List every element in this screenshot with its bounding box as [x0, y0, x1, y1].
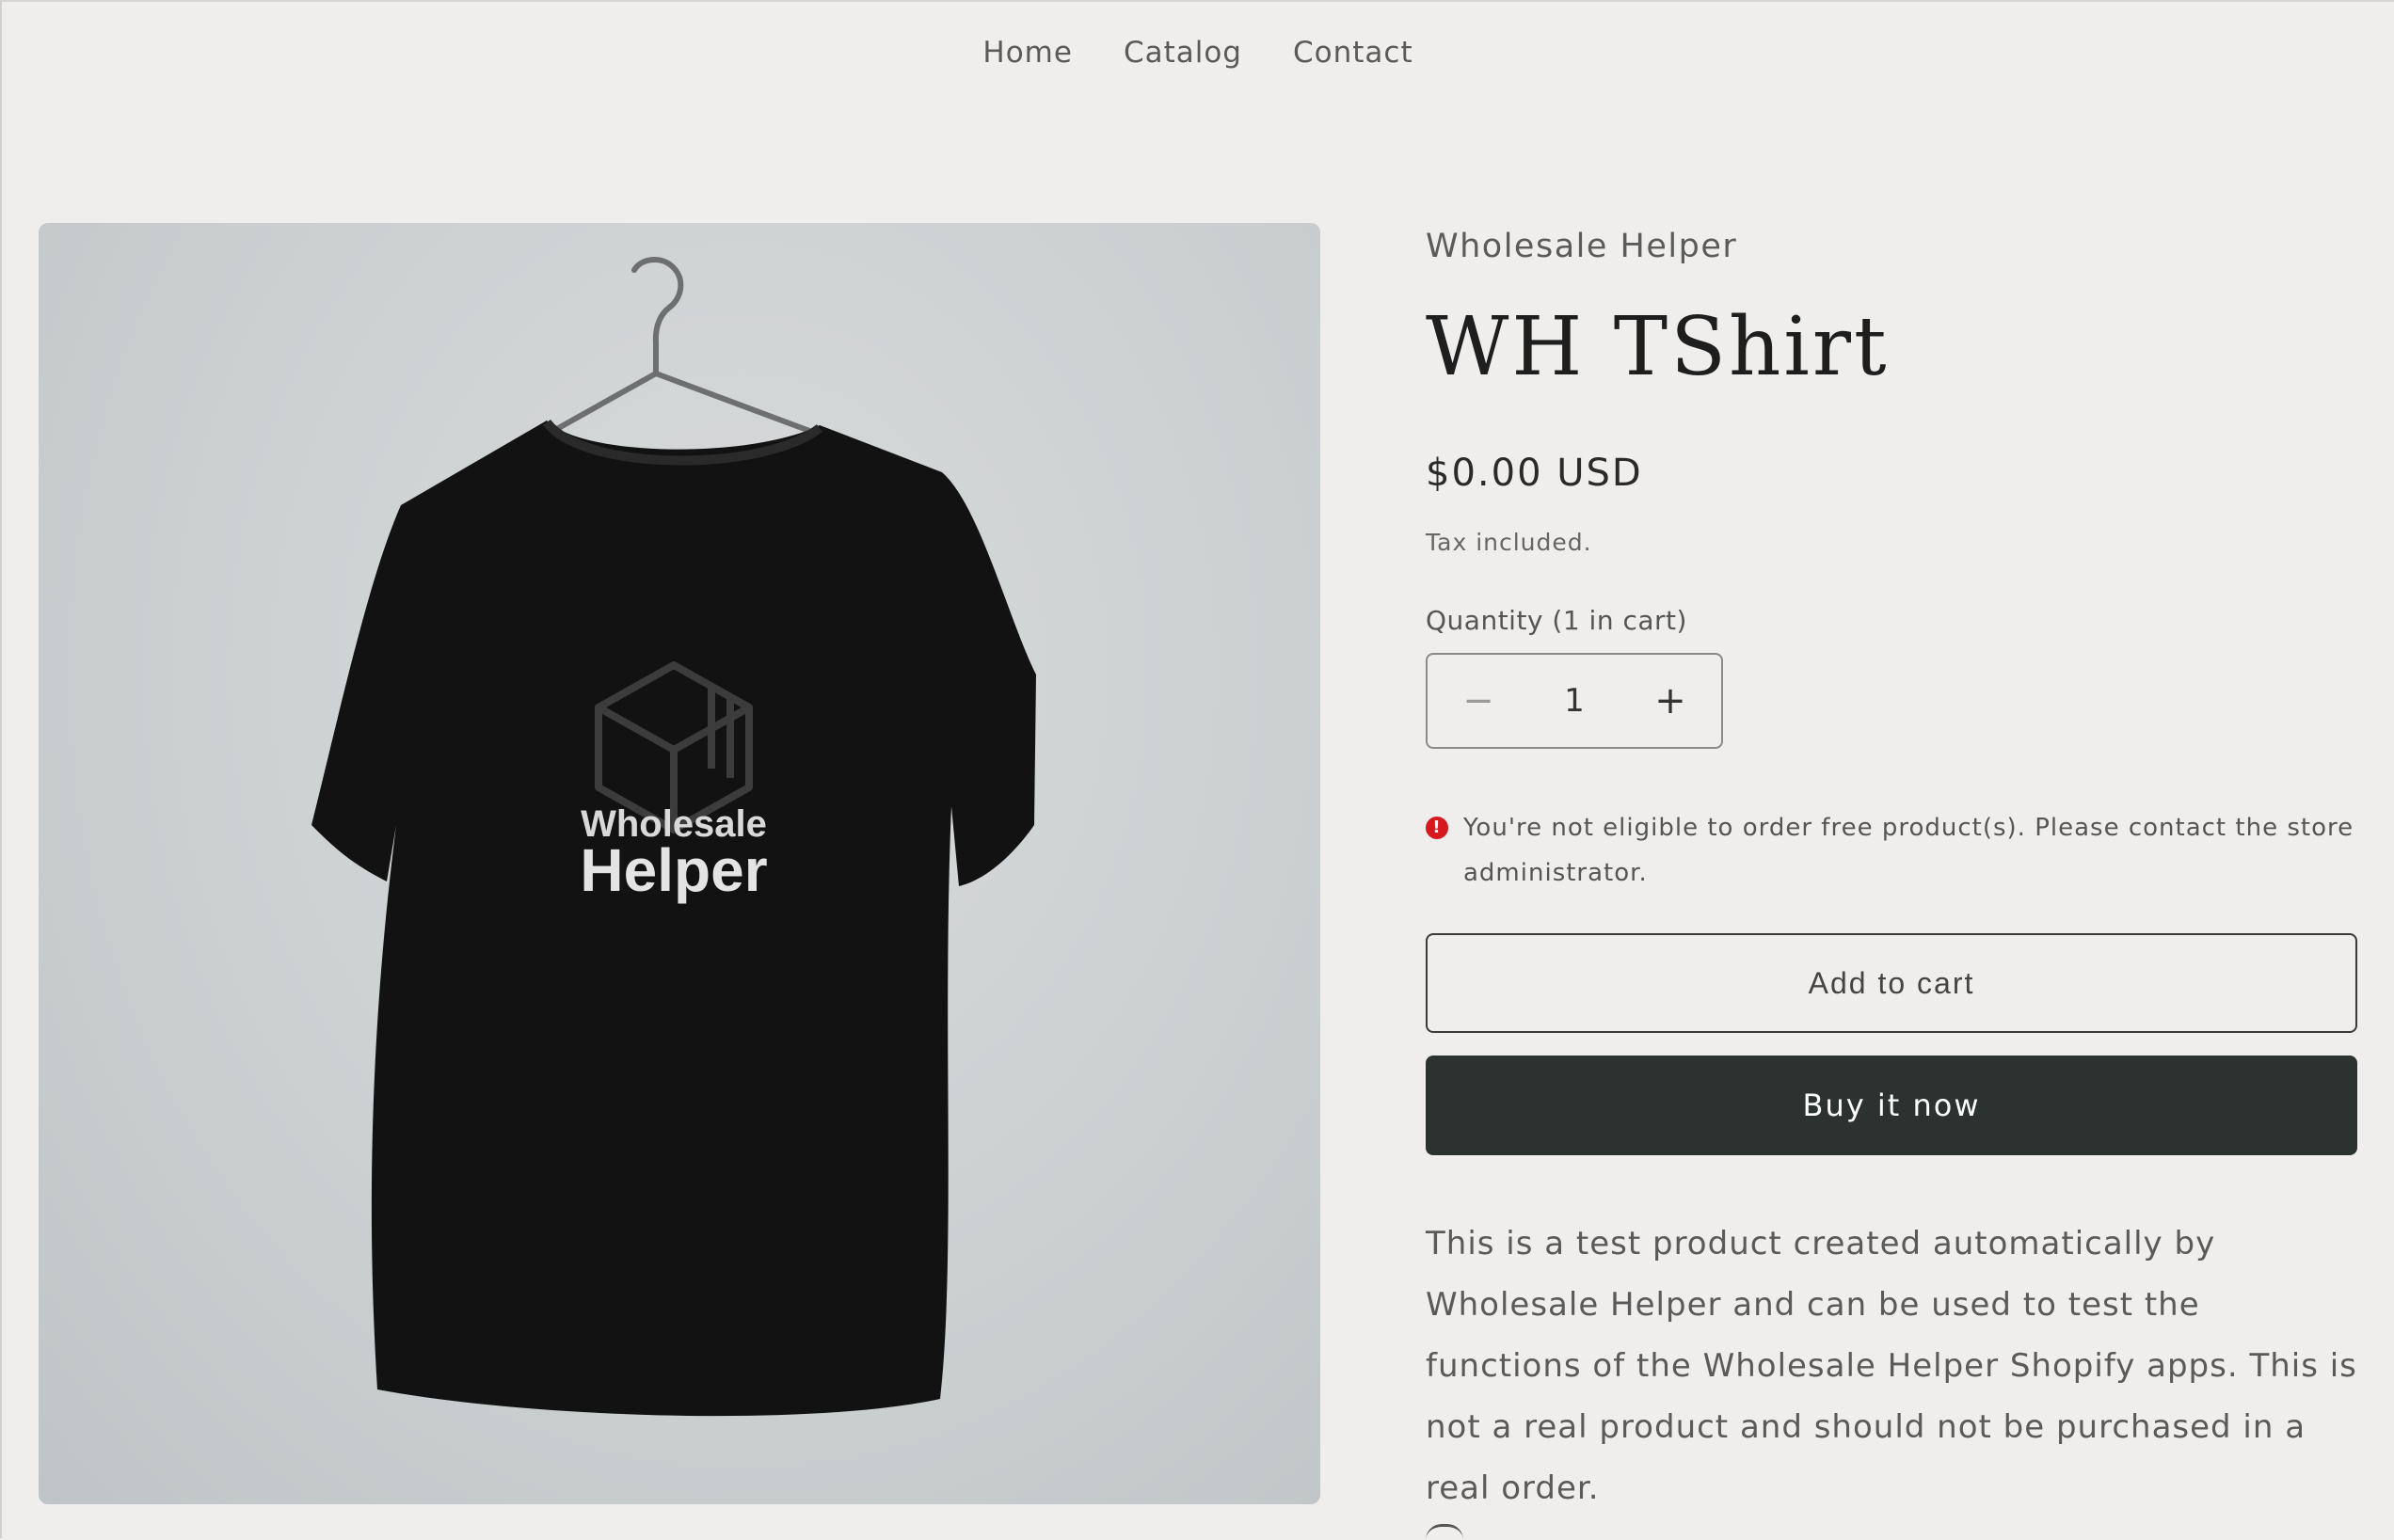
error-icon: ! — [1426, 817, 1448, 839]
quantity-increase-button[interactable]: + — [1652, 682, 1689, 720]
quantity-stepper: − 1 + — [1426, 653, 1723, 749]
error-message: ! You're not eligible to order free prod… — [1426, 805, 2357, 896]
nav-catalog[interactable]: Catalog — [1124, 36, 1242, 70]
tax-note: Tax included. — [1426, 529, 1592, 556]
product-vendor: Wholesale Helper — [1426, 228, 1738, 265]
error-text: You're not eligible to order free produc… — [1463, 814, 2354, 887]
product-title: WH TShirt — [1426, 300, 1890, 394]
header-nav: Home Catalog Contact — [2, 36, 2394, 70]
product-description: This is a test product created automatic… — [1426, 1225, 2357, 1507]
add-to-cart-button[interactable]: Add to cart — [1426, 933, 2357, 1033]
share-icon[interactable] — [1426, 1524, 1463, 1540]
product-price: $0.00 USD — [1426, 452, 1643, 495]
product-info: Wholesale Helper WH TShirt $0.00 USD Tax… — [1426, 228, 2357, 1519]
buy-it-now-button[interactable]: Buy it now — [1426, 1056, 2357, 1155]
nav-contact[interactable]: Contact — [1293, 36, 1413, 70]
tshirt-body — [311, 421, 1036, 1417]
quantity-decrease-button[interactable]: − — [1460, 682, 1497, 720]
quantity-label: Quantity (1 in cart) — [1426, 605, 1687, 636]
hanger-icon — [544, 257, 822, 437]
tshirt-illustration: Wholesale Helper — [311, 257, 1036, 1417]
product-image[interactable]: Wholesale Helper — [39, 223, 1320, 1504]
quantity-input[interactable]: 1 — [1564, 682, 1585, 720]
nav-home[interactable]: Home — [982, 36, 1073, 70]
shirt-logo-line2: Helper — [580, 836, 767, 904]
page: Home Catalog Contact Wholesale Helper Wh… — [0, 0, 2394, 1538]
